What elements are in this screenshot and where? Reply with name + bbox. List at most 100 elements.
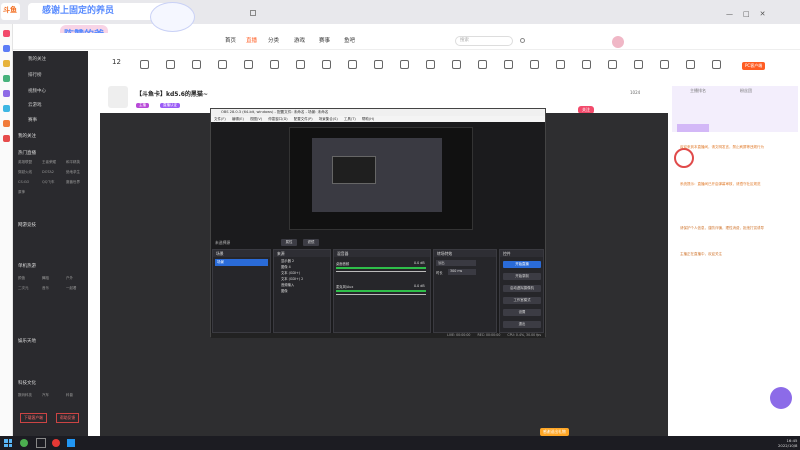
volume-slider[interactable] — [336, 294, 426, 295]
menu-file[interactable]: 文件(F) — [214, 117, 226, 121]
category-icon[interactable] — [556, 60, 565, 69]
category-icon[interactable] — [712, 60, 721, 69]
obs-preview[interactable] — [289, 127, 473, 230]
app-icon[interactable] — [3, 105, 10, 112]
category-icon[interactable] — [582, 60, 591, 69]
category-icon[interactable] — [426, 60, 435, 69]
pc-client-button[interactable]: PC客户端 — [742, 62, 766, 70]
scene-item[interactable]: 场景 — [215, 259, 268, 266]
menu-view[interactable]: 视图(V) — [250, 117, 262, 121]
category-icon[interactable] — [270, 60, 279, 69]
sidebar-item-esports[interactable]: 赛事 — [28, 117, 37, 123]
source-item[interactable]: 图像 — [276, 288, 328, 293]
category-icon[interactable] — [192, 60, 201, 69]
category-icon[interactable] — [686, 60, 695, 69]
category-icon[interactable] — [374, 60, 383, 69]
menu-tools[interactable]: 工具(T) — [344, 117, 356, 121]
sidebar-item-follow[interactable]: 我的关注 — [28, 56, 46, 62]
obs-taskbar-icon[interactable] — [36, 438, 46, 448]
menu-profile[interactable]: 配置文件(P) — [294, 117, 313, 121]
grid-item[interactable]: 魔兽世界 — [66, 180, 80, 185]
properties-button[interactable]: 属性 — [281, 239, 297, 246]
category-icon[interactable] — [296, 60, 305, 69]
grid-item[interactable]: 舞蹈 — [42, 276, 49, 281]
studio-mode-button[interactable]: 工作室模式 — [503, 297, 541, 304]
exit-button[interactable]: 退出 — [503, 321, 541, 328]
category-icon[interactable] — [608, 60, 617, 69]
sidebar-item-rank[interactable]: 排行榜 — [28, 72, 42, 78]
chrome-taskbar-icon[interactable] — [20, 439, 28, 447]
grid-item[interactable]: 汽车 — [42, 393, 49, 398]
app-icon[interactable] — [3, 135, 10, 142]
category-icon[interactable] — [322, 60, 331, 69]
grid-item[interactable]: 穿越火线 — [18, 170, 32, 175]
chat-tab-rank[interactable]: 主播排名 — [690, 88, 706, 94]
grid-item[interactable]: 绝地求生 — [66, 170, 80, 175]
transition-select[interactable]: 淡出 — [436, 260, 476, 266]
obs-window[interactable]: OBS 28.0.3 (64-bit, windows) - 配置文件: 未命名… — [210, 108, 546, 338]
avatar[interactable] — [612, 36, 624, 48]
nav-category[interactable]: 分类 — [268, 36, 279, 44]
search-input[interactable]: 搜索 — [455, 36, 513, 46]
category-icon[interactable] — [504, 60, 513, 69]
menu-help[interactable]: 帮助(H) — [362, 117, 374, 121]
app-icon[interactable] — [3, 45, 10, 52]
category-icon[interactable] — [218, 60, 227, 69]
grid-item[interactable]: 王者荣耀 — [42, 160, 56, 165]
menu-edit[interactable]: 编辑(E) — [232, 117, 244, 121]
duration-input[interactable]: 300 ms — [448, 269, 476, 275]
app-icon[interactable] — [3, 120, 10, 127]
chat-tab-fans[interactable]: 粉丝团 — [740, 88, 752, 94]
source-item[interactable]: 显示器 2 — [276, 258, 328, 263]
category-icon[interactable] — [140, 60, 149, 69]
settings-button[interactable]: 设置 — [503, 309, 541, 316]
category-icon[interactable] — [660, 60, 669, 69]
grid-item[interactable]: 户外 — [66, 276, 73, 281]
nav-live[interactable]: 直播 — [246, 36, 257, 44]
app-icon[interactable] — [3, 90, 10, 97]
nav-esports[interactable]: 赛事 — [319, 36, 330, 44]
new-tab-icon[interactable] — [250, 10, 256, 16]
window-controls[interactable]: —□✕ — [726, 10, 775, 18]
grid-item[interactable]: QQ飞车 — [42, 180, 55, 185]
grid-item[interactable]: 数码科技 — [18, 393, 32, 398]
grid-item[interactable]: 原神 — [18, 190, 25, 195]
app-icon[interactable] — [3, 75, 10, 82]
menu-dock[interactable]: 停靠窗口(D) — [268, 117, 287, 121]
feedback-button[interactable]: 帮助反馈 — [56, 413, 80, 423]
nav-home[interactable]: 首页 — [225, 36, 236, 44]
streamer-avatar[interactable] — [108, 86, 128, 108]
grid-item[interactable]: 一起看 — [66, 286, 77, 291]
virtual-camera-button[interactable]: 启动虚拟摄像机 — [503, 285, 541, 292]
nav-games[interactable]: 游戏 — [294, 36, 305, 44]
category-icon[interactable] — [530, 60, 539, 69]
grid-item[interactable]: CS:GO — [18, 180, 29, 184]
grid-item[interactable]: 颜值 — [18, 276, 25, 281]
category-icon[interactable] — [634, 60, 643, 69]
grid-item[interactable]: 二次元 — [18, 286, 29, 291]
source-item[interactable]: 图像 4 — [276, 264, 328, 269]
grid-item[interactable]: 音乐 — [42, 286, 49, 291]
start-recording-button[interactable]: 开始录制 — [503, 273, 541, 280]
menu-scene-collection[interactable]: 场景集合(S) — [319, 117, 338, 121]
floating-avatar[interactable] — [770, 387, 792, 409]
category-icon[interactable] — [478, 60, 487, 69]
app-icon[interactable] — [3, 60, 10, 67]
nav-fishbar[interactable]: 鱼吧 — [344, 36, 355, 44]
app-taskbar-icon[interactable] — [52, 439, 60, 447]
app-taskbar-icon[interactable] — [67, 439, 75, 447]
search-icon[interactable] — [520, 38, 525, 43]
windows-start-icon[interactable] — [4, 439, 12, 447]
category-icon[interactable] — [244, 60, 253, 69]
source-item[interactable]: 音频输入 — [276, 282, 328, 287]
sidebar-item-cloud[interactable]: 云游戏 — [28, 102, 42, 108]
app-icon[interactable] — [3, 30, 10, 37]
download-client-button[interactable]: 下载客户端 — [20, 413, 47, 423]
category-icon[interactable] — [166, 60, 175, 69]
source-item[interactable]: 文本 (GDI+) — [276, 270, 328, 275]
source-item[interactable]: 文本 (GDI+) 2 — [276, 276, 328, 281]
grid-item[interactable]: 和平精英 — [66, 160, 80, 165]
category-icon[interactable] — [452, 60, 461, 69]
volume-slider[interactable] — [336, 271, 426, 272]
category-icon[interactable] — [400, 60, 409, 69]
